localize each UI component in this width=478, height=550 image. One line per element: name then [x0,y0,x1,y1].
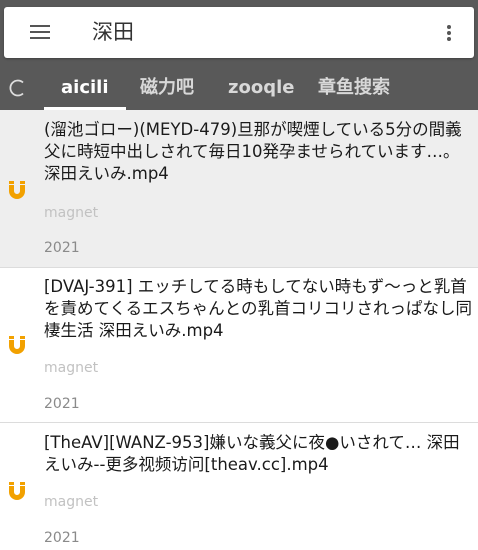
list-item[interactable]: [DVAJ-391] エッチしてる時もしてない時もず～っと乳首を責めてくるエスち… [0,268,478,422]
magnet-link[interactable]: magnet [44,493,98,511]
magnet-icon [6,178,28,200]
magnet-icon [6,479,28,501]
hamburger-icon[interactable] [30,25,50,40]
kebab-icon[interactable] [441,23,457,43]
tab-zooqle[interactable]: zooqle [228,77,294,101]
search-bar[interactable]: 深田 [4,7,474,58]
list-item[interactable]: [TheAV][WANZ-953]嫌いな義父に夜●いされて… 深田えいみ--更多… [0,423,478,550]
search-input[interactable]: 深田 [92,19,134,45]
result-year: 2021 [44,240,80,256]
magnet-link[interactable]: magnet [44,204,98,222]
result-title: (溜池ゴロー)(MEYD-479)旦那が喫煙している5分の間義父に時短中出しされ… [44,120,462,183]
list-item[interactable]: (溜池ゴロー)(MEYD-479)旦那が喫煙している5分の間義父に時短中出しされ… [0,110,478,267]
refresh-icon[interactable] [8,75,28,99]
tab-cililba[interactable]: 磁力吧 [140,77,194,101]
result-year: 2021 [44,396,80,412]
magnet-icon [6,333,28,355]
magnet-link[interactable]: magnet [44,359,98,377]
result-title: [DVAJ-391] エッチしてる時もしてない時もず～っと乳首を責めてくるエスち… [44,277,473,340]
top-toolbar: 深田 aicili 磁力吧 zooqle 章鱼搜索 [0,0,478,110]
result-year: 2021 [44,530,80,546]
tab-aicili[interactable]: aicili [61,77,109,101]
tab-zhangyu-search[interactable]: 章鱼搜索 [318,77,390,101]
result-title: [TheAV][WANZ-953]嫌いな義父に夜●いされて… 深田えいみ--更多… [44,433,460,474]
